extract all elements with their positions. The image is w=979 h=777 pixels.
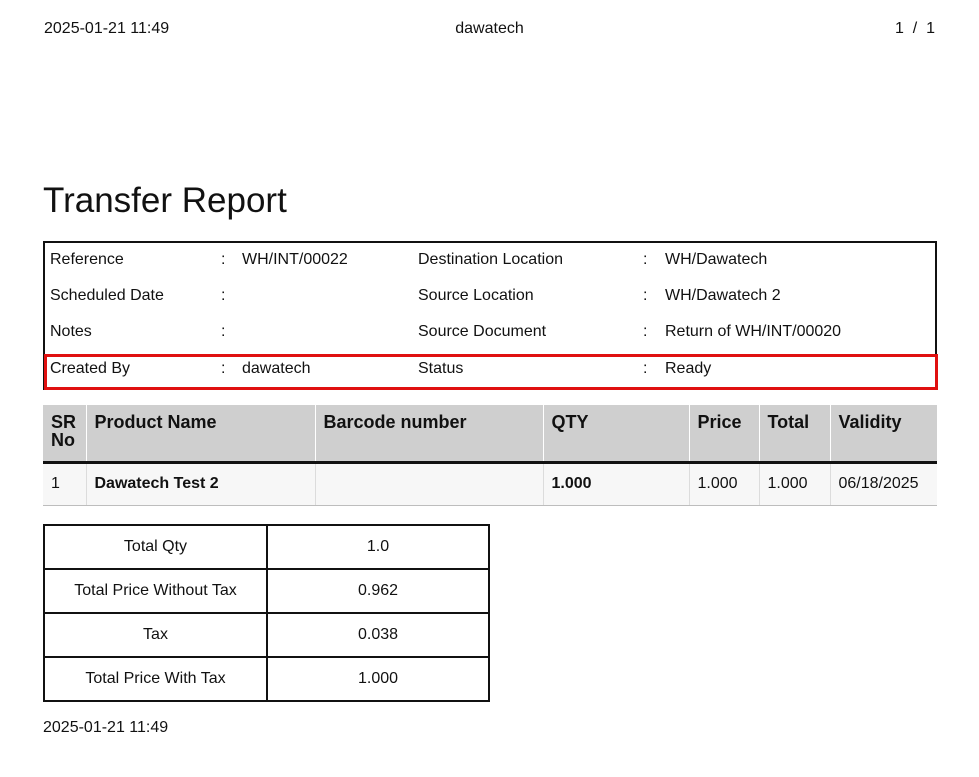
totals-label: Total Price Without Tax — [43, 568, 268, 614]
product-table-header: SR No Product Name Barcode number QTY Pri… — [43, 405, 937, 464]
info-row-reference: Reference : WH/INT/00022 Destination Loc… — [45, 243, 935, 279]
page-number: 1 — [894, 20, 904, 37]
cell-barcode — [315, 462, 544, 506]
column-header-sr-no: SR No — [43, 405, 87, 464]
info-value: WH/Dawatech 2 — [665, 287, 781, 304]
page-separator: / — [912, 20, 918, 37]
cell-qty: 1.000 — [543, 462, 690, 506]
product-table: SR No Product Name Barcode number QTY Pri… — [43, 405, 937, 506]
info-colon: : — [643, 323, 648, 340]
cell-product-name: Dawatech Test 2 — [86, 462, 316, 506]
header-page-counter: 1 / 1 — [895, 20, 935, 38]
info-colon: : — [221, 323, 226, 340]
info-label: Source Document — [418, 323, 547, 340]
info-label: Reference — [50, 251, 124, 268]
totals-label: Total Qty — [43, 524, 268, 570]
cell-validity: 06/18/2025 — [830, 462, 937, 506]
totals-row-total-qty: Total Qty 1.0 — [43, 524, 490, 570]
info-colon: : — [643, 287, 648, 304]
totals-row-price-without-tax: Total Price Without Tax 0.962 — [43, 568, 490, 614]
info-colon: : — [643, 251, 648, 268]
column-header-barcode: Barcode number — [315, 405, 544, 464]
footer-datetime: 2025-01-21 11:49 — [43, 719, 169, 736]
header-company: dawatech — [455, 20, 524, 37]
totals-row-price-with-tax: Total Price With Tax 1.000 — [43, 656, 490, 702]
info-value: WH/Dawatech — [665, 251, 768, 268]
cell-total: 1.000 — [759, 462, 831, 506]
info-label: Destination Location — [418, 251, 563, 268]
totals-label: Total Price With Tax — [43, 656, 268, 702]
info-value: Return of WH/INT/00020 — [665, 323, 842, 340]
info-label: Scheduled Date — [50, 287, 164, 304]
info-colon: : — [221, 287, 226, 304]
cell-price: 1.000 — [689, 462, 760, 506]
page-total: 1 — [926, 20, 935, 37]
totals-value: 1.0 — [266, 524, 490, 570]
totals-value: 1.000 — [266, 656, 490, 702]
cell-sr-no: 1 — [43, 462, 87, 506]
table-row: 1 Dawatech Test 2 1.000 1.000 1.000 06/1… — [43, 462, 937, 506]
totals-row-tax: Tax 0.038 — [43, 612, 490, 658]
column-header-price: Price — [689, 405, 760, 464]
info-label: Notes — [50, 323, 92, 340]
totals-value: 0.962 — [266, 568, 490, 614]
column-header-validity: Validity — [830, 405, 937, 464]
info-colon: : — [221, 251, 226, 268]
column-header-total: Total — [759, 405, 831, 464]
totals-value: 0.038 — [266, 612, 490, 658]
totals-label: Tax — [43, 612, 268, 658]
highlight-box — [44, 354, 938, 390]
column-header-qty: QTY — [543, 405, 690, 464]
totals-table: Total Qty 1.0 Total Price Without Tax 0.… — [43, 524, 490, 702]
column-header-product-name: Product Name — [86, 405, 316, 464]
info-value: WH/INT/00022 — [242, 251, 348, 268]
info-label: Source Location — [418, 287, 534, 304]
info-row-notes: Notes : Source Document : Return of WH/I… — [45, 315, 935, 351]
info-row-scheduled-date: Scheduled Date : Source Location : WH/Da… — [45, 279, 935, 315]
report-title: Transfer Report — [43, 181, 287, 220]
